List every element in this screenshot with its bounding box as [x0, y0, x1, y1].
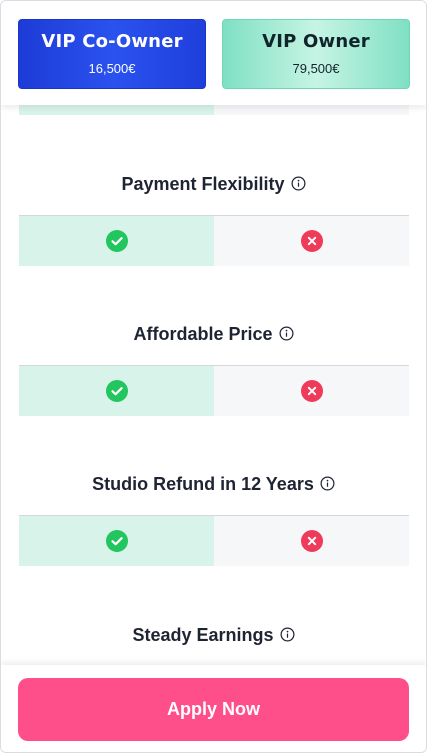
plan-name: VIP Co-Owner — [41, 31, 183, 52]
info-icon[interactable] — [291, 176, 306, 191]
check-circle-icon — [105, 530, 128, 552]
feature-title: Steady Earnings — [1, 625, 426, 646]
comparison-panel: VIP Co-Owner 16,500€ VIP Owner 79,500€ P… — [0, 0, 427, 753]
feature-title-label: Studio Refund in 12 Years — [92, 474, 314, 494]
plan-price: 79,500€ — [292, 61, 340, 76]
feature-cell-owner — [214, 105, 409, 115]
feature-row — [19, 365, 409, 416]
feature-cell-owner — [214, 516, 409, 566]
plan-card-vip-owner[interactable]: VIP Owner 79,500€ — [222, 19, 410, 89]
x-circle-icon — [300, 230, 323, 252]
plan-name: VIP Owner — [262, 31, 370, 52]
check-circle-icon — [105, 230, 128, 252]
plan-price: 16,500€ — [88, 61, 136, 76]
feature-cell-owner — [214, 366, 409, 416]
x-circle-icon — [300, 380, 323, 402]
check-circle-icon — [105, 380, 128, 402]
info-icon[interactable] — [279, 326, 294, 341]
feature-title-label: Affordable Price — [133, 324, 273, 344]
x-circle-icon — [300, 530, 323, 552]
footer-bar: Apply Now — [1, 665, 426, 752]
info-icon[interactable] — [280, 627, 295, 642]
info-icon[interactable] — [320, 476, 335, 491]
feature-title-label: Payment Flexibility — [121, 174, 285, 194]
feature-cell-coowner — [19, 366, 214, 416]
plan-header: VIP Co-Owner 16,500€ VIP Owner 79,500€ — [1, 1, 426, 105]
feature-row — [19, 215, 409, 266]
feature-cell-owner — [214, 216, 409, 266]
feature-title-label: Steady Earnings — [132, 625, 274, 645]
feature-row — [19, 515, 409, 566]
feature-cell-coowner — [19, 105, 214, 115]
feature-title: Affordable Price — [1, 324, 426, 345]
feature-cell-coowner — [19, 216, 214, 266]
apply-now-button[interactable]: Apply Now — [18, 678, 409, 741]
feature-title: Studio Refund in 12 Years — [1, 474, 426, 495]
feature-title: Payment Flexibility — [1, 174, 426, 195]
plan-card-vip-coowner[interactable]: VIP Co-Owner 16,500€ — [18, 19, 206, 89]
feature-cell-coowner — [19, 516, 214, 566]
